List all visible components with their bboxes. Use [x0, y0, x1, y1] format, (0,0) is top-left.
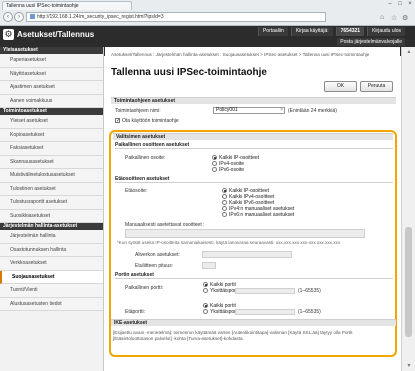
back-arrow-icon[interactable]: ‹	[3, 12, 13, 22]
sidebar-item-fax[interactable]: Faksiasetukset	[0, 142, 103, 156]
address-row: ‹ › http://192.168.1.24/m_security_ipsec…	[0, 10, 415, 24]
browser-chrome: Tallenna uusi IPSec-toimintaohje – □ × ‹…	[0, 0, 415, 26]
remote-port-all-radio[interactable]	[203, 303, 208, 308]
sidebar-item-timer[interactable]: Ajastimen asetukset	[0, 81, 103, 95]
settings-logo-icon: ⚙	[3, 29, 14, 40]
home-icon[interactable]: ⌂	[380, 14, 384, 21]
local-ipv4-radio[interactable]	[212, 161, 217, 166]
sidebar: Yleisasetukset Paperiasetukset Näyttöase…	[0, 47, 104, 371]
sidebar-item-copy[interactable]: Kopioasetukset	[0, 128, 103, 142]
page-title: Tallenna uusi IPSec-toimintaohje	[111, 67, 267, 78]
port-section-header: Portin asetukset	[115, 273, 393, 279]
scroll-thumb[interactable]	[405, 227, 412, 337]
sidebar-item-reports[interactable]: Tulostusraportit asetukset	[0, 196, 103, 210]
policy-name-label: Toimintaohjeen nimi:	[115, 108, 161, 114]
top-nav: Portaaliin Kirjaa käyttäjä: 7654321 Kirj…	[257, 27, 405, 36]
prefix-length-input[interactable]	[202, 262, 216, 269]
remote-ipv4-manual-radio[interactable]	[222, 206, 227, 211]
local-port-single-radio[interactable]	[203, 288, 208, 293]
clear-input-icon[interactable]: ×	[280, 108, 283, 113]
sidebar-section-functions: Toimintoasetukset	[0, 108, 103, 115]
local-all-ip-radio[interactable]	[212, 155, 217, 160]
sidebar-item-import-export[interactable]: Tuonti/Vienti	[0, 284, 103, 298]
remote-port-input[interactable]	[235, 309, 295, 315]
subnet-label: Aliverkon asetukset:	[135, 252, 180, 258]
sidebar-item-paper[interactable]: Paperiasetukset	[0, 54, 103, 68]
policy-section-header: Toimintaohjeen asetukset	[111, 97, 396, 104]
page-scrollbar[interactable]: ▴ ▾	[401, 47, 415, 371]
remote-port-single-radio[interactable]	[203, 309, 208, 314]
sidebar-item-security[interactable]: Suojausasetukset	[0, 270, 103, 284]
local-port-label: Paikallinen portti:	[125, 285, 164, 291]
maximize-icon[interactable]: □	[396, 1, 404, 7]
breadcrumb[interactable]: Asetukset/Tallennus : Järjestelmän halli…	[111, 52, 396, 57]
nav-user-label: Kirjaa käyttäjä:	[290, 27, 333, 36]
remote-all-ip-radio[interactable]	[222, 188, 227, 193]
app-title: Asetukset/Tallennus	[17, 30, 95, 39]
scroll-down-icon[interactable]: ▾	[404, 362, 414, 370]
forward-arrow-icon[interactable]: ›	[14, 12, 24, 22]
remote-port-range-hint: (1–65535)	[298, 309, 321, 315]
manual-address-label: Manuaalisesti asetettavat osoitteet :	[125, 222, 205, 228]
local-port-all-radio[interactable]	[203, 282, 208, 287]
ike-description: [Esijaettu avain -menetelmä]: toimenrun …	[113, 330, 353, 341]
star-icon[interactable]: ☆	[391, 14, 397, 22]
local-address-label: Paikallinen osoite:	[125, 155, 166, 161]
sidebar-item-network[interactable]: Verkkoasetukset	[0, 257, 103, 271]
local-address-section-header: Paikallinen osoitteen asetukset	[115, 143, 393, 149]
mail-admin-link[interactable]: Posta järjestelmänvalvojalle	[337, 38, 405, 46]
main-content: Asetukset/Tallennus : Järjestelmän halli…	[105, 47, 400, 371]
policy-name-input[interactable]: Policy001 ×	[213, 107, 285, 114]
url-bar[interactable]: http://192.168.1.24/m_security_ipsec_reg…	[26, 12, 326, 22]
sidebar-item-volume[interactable]: Aanen voimakkuus	[0, 94, 103, 108]
sidebar-item-system-mgmt[interactable]: Järjestelmän hallinta	[0, 230, 103, 244]
local-ipv6-radio[interactable]	[212, 167, 217, 172]
sidebar-item-common[interactable]: Yleiset asetukset	[0, 115, 103, 129]
sidebar-item-printer[interactable]: Tulostinen asetukset	[0, 182, 103, 196]
sidebar-section-system: Järjestelmän hallinta-asetukset	[0, 223, 103, 230]
remote-all-ipv6-radio[interactable]	[222, 200, 227, 205]
minimize-icon[interactable]: –	[386, 1, 394, 7]
local-port-range-hint: (1–65535)	[298, 288, 321, 294]
sidebar-item-scan[interactable]: Skannausasetukset	[0, 155, 103, 169]
page-favicon-icon	[30, 14, 35, 19]
ike-section-header: IKE-asetukset	[111, 319, 396, 326]
sidebar-section-general: Yleisasetukset	[0, 47, 103, 54]
manual-address-input[interactable]	[125, 229, 365, 238]
browser-tab[interactable]: Tallenna uusi IPSec-toimintaohje	[2, 1, 132, 10]
enable-policy-checkbox[interactable]: ✓	[115, 118, 120, 124]
ok-button[interactable]: OK	[324, 81, 357, 92]
policy-name-value: Policy001	[216, 107, 238, 113]
nav-portal-link[interactable]: Portaaliin	[257, 27, 288, 36]
scroll-up-icon[interactable]: ▴	[404, 48, 414, 56]
local-ipv6-label: IPv6-osoite	[219, 167, 245, 173]
sidebar-item-display[interactable]: Näyttöasetukset	[0, 67, 103, 81]
close-icon[interactable]: ×	[406, 1, 414, 7]
subnet-input[interactable]	[202, 251, 292, 258]
remote-ipv6-manual-radio[interactable]	[222, 212, 227, 217]
remote-address-label: Etäosoite:	[125, 188, 148, 194]
remote-port-label: Etäportti:	[125, 309, 146, 315]
gear-icon[interactable]: ⚙	[402, 14, 408, 22]
nav-user-id: 7654321	[335, 27, 365, 36]
policy-name-hint: (Enintään 24 merkkiä)	[288, 108, 337, 114]
nav-logout-link[interactable]: Kirjaudu ulos	[367, 27, 405, 36]
manual-address-note: *Kun syötät useita IP-osoitteita samanai…	[117, 240, 341, 245]
prefix-length-label: Etuliitteen pituus:	[135, 263, 174, 269]
remote-ipv6-manual-label: IPv6:n manuaaliset asetukset	[229, 212, 295, 218]
remote-all-ipv4-radio[interactable]	[222, 194, 227, 199]
url-text: http://192.168.1.24/m_security_ipsec_reg…	[37, 14, 164, 20]
local-port-input[interactable]	[235, 288, 295, 294]
remote-address-section-header: Etäosoitteen asetukset	[115, 177, 393, 183]
cancel-button[interactable]: Peruuta	[360, 81, 393, 92]
selector-section-header: Valitsimen asetukset	[113, 133, 393, 140]
sidebar-item-init-info[interactable]: Alustusasetusten tiedot	[0, 297, 103, 311]
sidebar-item-dept-id[interactable]: Osastotunnuksen hallinta	[0, 243, 103, 257]
sidebar-item-media-print[interactable]: Muistivälinetulostusasetukset	[0, 169, 103, 183]
sidebar-item-favorites[interactable]: Suosikkiasetukset	[0, 209, 103, 223]
enable-policy-label: Ota käyttöön toimintaohje	[122, 118, 179, 124]
